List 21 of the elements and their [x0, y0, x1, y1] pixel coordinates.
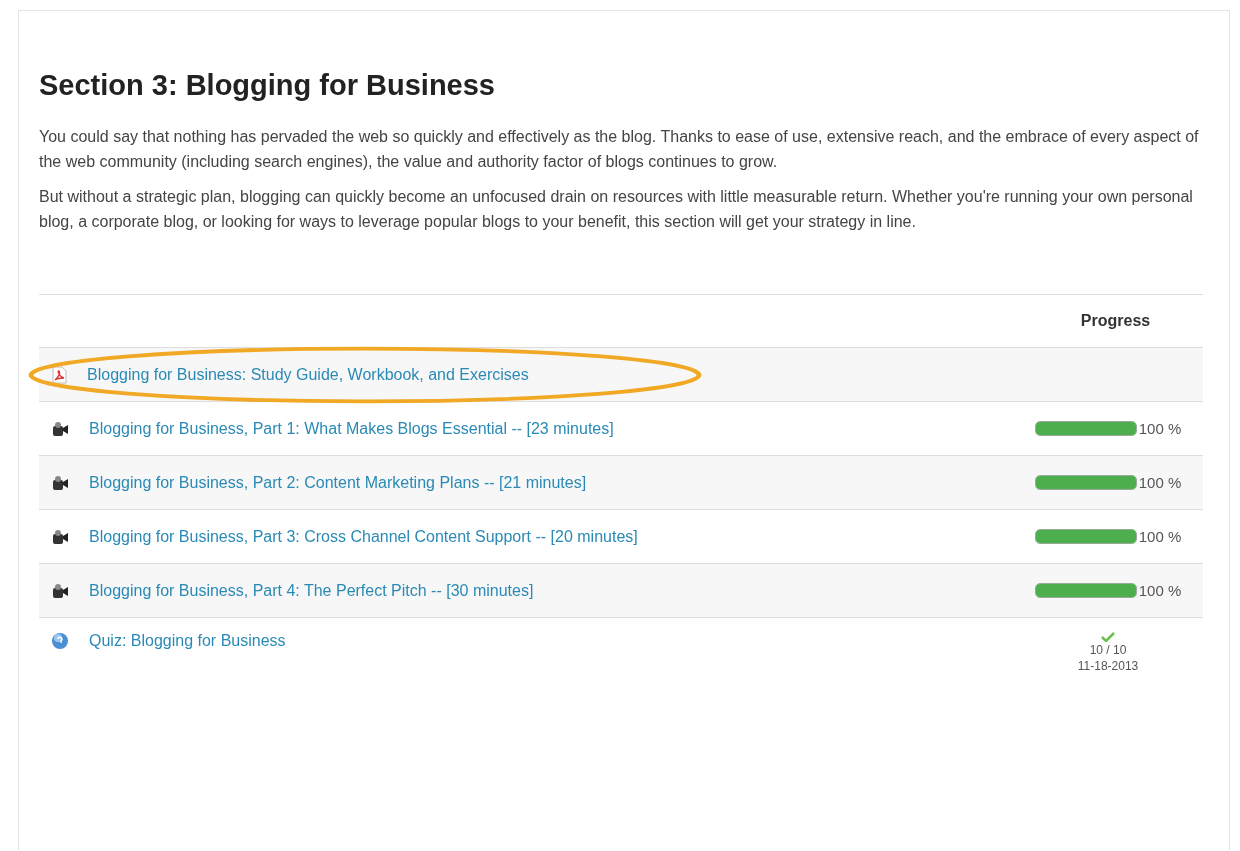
- quiz-score: 10 / 10: [1089, 642, 1127, 658]
- section-heading: Section 3: Blogging for Business: [39, 69, 496, 102]
- intro-paragraph: You could say that nothing has pervaded the web so quickly and effectively as the blog. Thanks to ease of use, extensive reach, and the embrace of every aspect of the web community (including search engines), the value and authority factor of blogs continues to grow.: [39, 127, 1200, 172]
- progress-percent: 100 %: [1138, 528, 1182, 545]
- lesson-link[interactable]: Blogging for Business, Part 1: What Makes Blogs Essential -- [23 minutes]: [89, 419, 614, 438]
- video-camera-icon: [51, 581, 69, 600]
- intro-paragraph: But without a strategic plan, blogging can quickly become an unfocused drain on resources with little measurable return. Whether you're running your own personal blog, a corporate blog, or looking for ways to leverage popular blogs to your benefit, this section will get your strategy in line.: [39, 187, 1194, 232]
- video-camera-icon: [51, 473, 69, 492]
- progress-percent: 100 %: [1138, 420, 1182, 437]
- progress-percent: 100 %: [1138, 474, 1182, 491]
- lesson-link[interactable]: Blogging for Business, Part 2: Content Marketing Plans -- [21 minutes]: [89, 473, 587, 492]
- pdf-icon: [51, 365, 67, 384]
- progress-percent: 100 %: [1138, 582, 1182, 599]
- progress-heading: Progress: [1079, 312, 1152, 330]
- video-camera-icon: [51, 527, 69, 546]
- video-camera-icon: [51, 419, 69, 438]
- quiz-date: 11-18-2013: [1077, 658, 1139, 674]
- lesson-link[interactable]: Quiz: Blogging for Business: [89, 632, 286, 650]
- lesson-link[interactable]: Blogging for Business, Part 4: The Perfect Pitch -- [30 minutes]: [89, 581, 534, 600]
- lesson-link[interactable]: Blogging for Business, Part 3: Cross Channel Content Support -- [20 minutes]: [89, 527, 638, 546]
- help-icon: [51, 632, 69, 650]
